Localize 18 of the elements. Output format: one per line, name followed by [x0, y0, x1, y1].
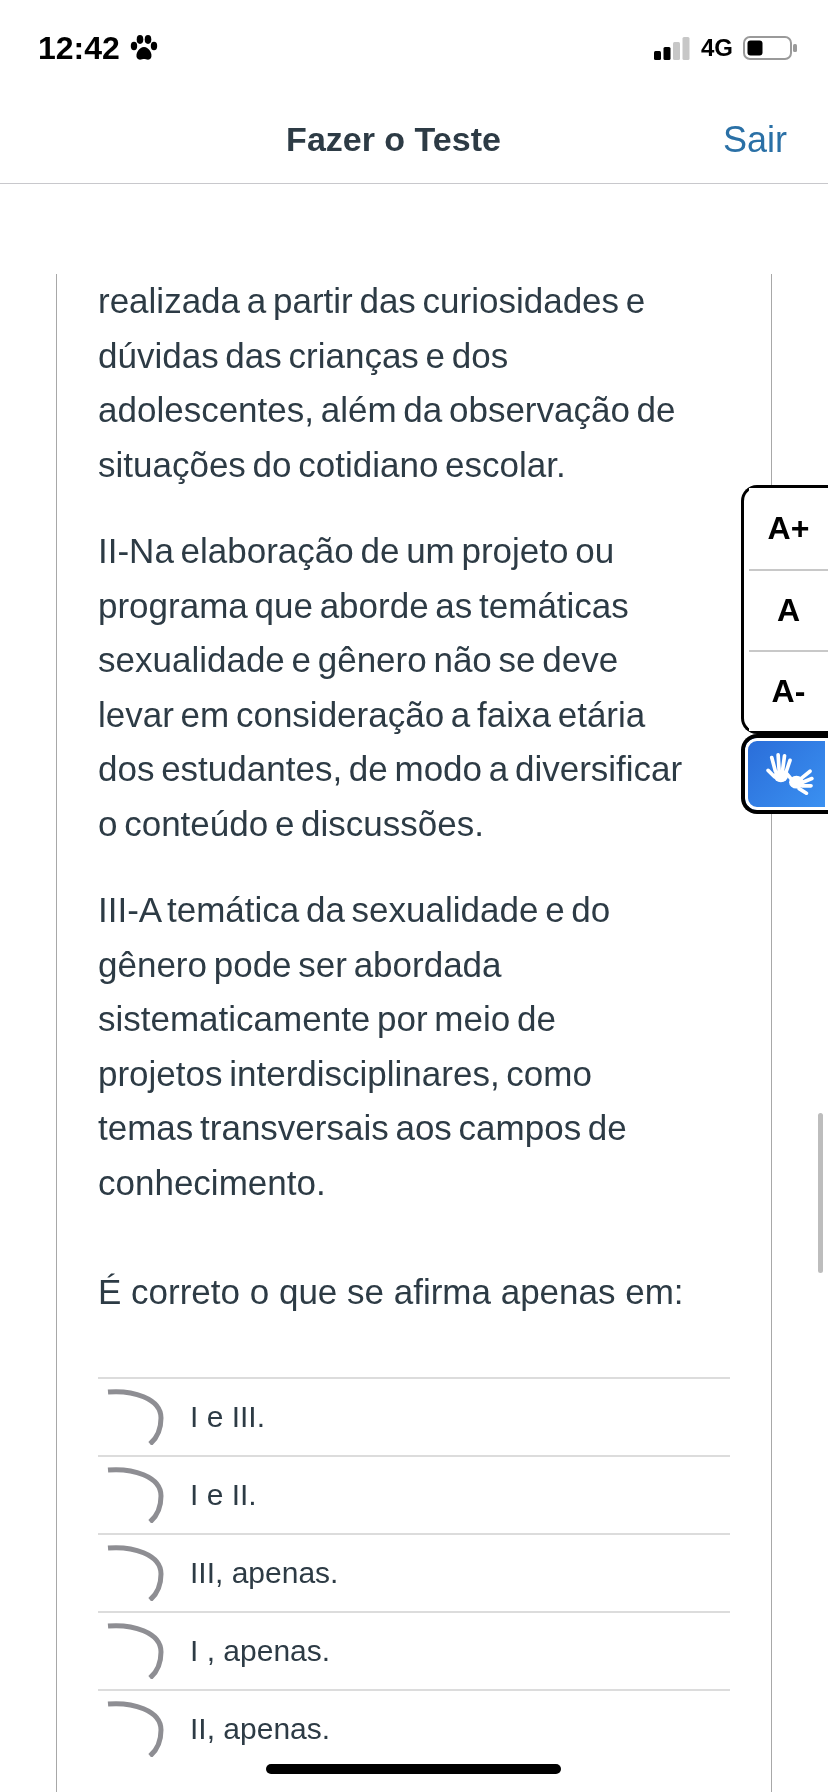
- answer-option[interactable]: I e III.: [98, 1376, 730, 1455]
- question-text: II-Na elaboração de um projeto ou programa que aborde as temáticas sexualidade e gênero não se deve levar em consideração a faixa etária dos estudantes, de modo a diversificar o conteúdo e discussões.: [98, 530, 684, 845]
- question-text: realizada a partir das curiosidades e dúvidas das crianças e dos adolescentes, além da observação de situações do cotidiano escolar.: [98, 280, 677, 486]
- question-prompt: É correto o que se afirma apenas em:: [98, 1271, 685, 1313]
- answer-option[interactable]: I , apenas.: [98, 1610, 730, 1689]
- paw-icon: [129, 35, 158, 61]
- text-size-button[interactable]: A-: [749, 650, 828, 731]
- accessibility-button[interactable]: [741, 734, 828, 814]
- status-time: 12:42: [38, 29, 120, 67]
- network-label: 4G: [701, 34, 733, 62]
- signal-icon: [654, 36, 690, 60]
- question-text: III-A temática da sexualidade e do gênero pode ser abordada sistematicamente por meio de projetos interdisciplinares, como temas transversais aos campos de conhecimento.: [98, 889, 628, 1204]
- exit-link[interactable]: Sair: [722, 118, 787, 161]
- battery-icon: [743, 36, 797, 60]
- answer-option[interactable]: III, apenas.: [98, 1532, 730, 1611]
- answer-option[interactable]: I e II.: [98, 1454, 730, 1533]
- hands-icon: [765, 753, 814, 795]
- page-title: Fazer o Teste: [286, 120, 501, 159]
